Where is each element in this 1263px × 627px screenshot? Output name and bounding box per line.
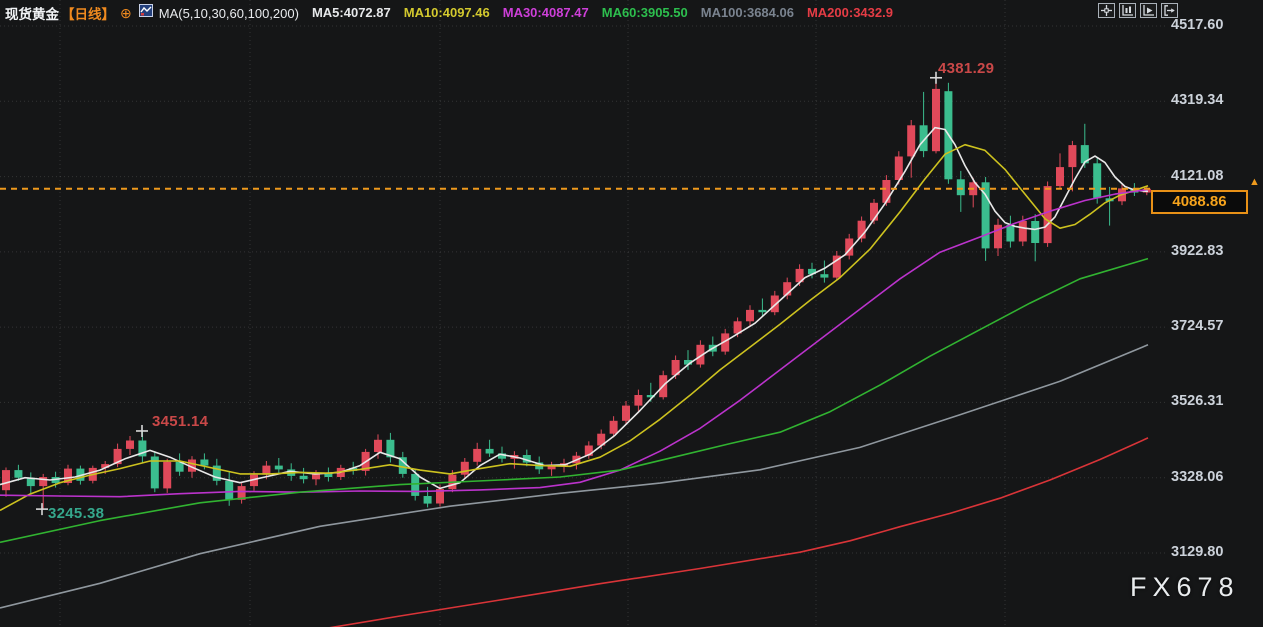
candle-body[interactable]	[411, 474, 419, 496]
ma-legend: MA5:4072.87 MA10:4097.46 MA30:4087.47 MA60:…	[299, 4, 893, 22]
candle-body[interactable]	[14, 470, 22, 478]
candlestick-chart[interactable]	[0, 0, 1263, 627]
candle-body[interactable]	[126, 441, 134, 449]
price-up-arrow-icon: ▲	[1249, 177, 1260, 188]
axis-scale-button[interactable]	[1119, 3, 1136, 18]
current-price-badge: 4088.86	[1151, 190, 1248, 214]
candle-body[interactable]	[2, 470, 10, 490]
candle-body[interactable]	[163, 462, 171, 489]
ma-line-MA100	[0, 345, 1148, 608]
candle-body[interactable]	[300, 476, 308, 479]
ma-value: MA10:4097.46	[404, 5, 490, 20]
ma-indicator-label[interactable]: MA(5,10,30,60,100,200)	[159, 6, 299, 21]
candle-body[interactable]	[746, 310, 754, 321]
candle-body[interactable]	[1044, 186, 1052, 243]
candle-body[interactable]	[1031, 221, 1039, 243]
price-axis-label: 3526.31	[1171, 393, 1223, 409]
candle-body[interactable]	[882, 180, 890, 203]
candle-body[interactable]	[374, 440, 382, 452]
price-annotation: 4381.29	[938, 60, 994, 77]
price-axis[interactable]: 4517.60 4319.34 4121.08 3922.83 3724.57 3526.…	[1171, 0, 1263, 627]
price-axis-label: 4121.08	[1171, 168, 1223, 184]
ma-value: MA5:4072.87	[312, 5, 391, 20]
ma-value: MA200:3432.9	[807, 5, 893, 20]
ma-value: MA100:3684.06	[701, 5, 794, 20]
candle-body[interactable]	[932, 89, 940, 151]
chart-toolbar	[1098, 3, 1178, 18]
candle-body[interactable]	[758, 310, 766, 312]
ma-line-MA60	[0, 259, 1148, 543]
ma-value: MA60:3905.50	[602, 5, 688, 20]
timeframe-label[interactable]: 【日线】	[61, 3, 115, 23]
price-annotation: 3451.14	[152, 413, 208, 430]
instrument-title: 现货黄金	[5, 3, 59, 23]
price-axis-label: 3724.57	[1171, 318, 1223, 334]
candle-body[interactable]	[486, 449, 494, 454]
ma-line-MA5	[0, 128, 1148, 489]
candle-body[interactable]	[548, 466, 556, 469]
candle-body[interactable]	[771, 296, 779, 313]
price-axis-label: 4319.34	[1171, 92, 1223, 108]
candle-body[interactable]	[1093, 163, 1101, 198]
candle-body[interactable]	[473, 449, 481, 462]
ma-line-MA30	[0, 190, 1148, 497]
candle-body[interactable]	[634, 395, 642, 406]
gold-daily-chart-page: { "header": { "title": "现货黄金", "period":…	[0, 0, 1263, 627]
price-axis-label: 3922.83	[1171, 243, 1223, 259]
chart-header: 现货黄金 【日线】 ⊕ MA(5,10,30,60,100,200) MA5:4…	[5, 3, 893, 23]
exit-chart-button[interactable]	[1161, 3, 1178, 18]
candle-body[interactable]	[461, 462, 469, 475]
axis-play-button[interactable]	[1140, 3, 1157, 18]
candle-body[interactable]	[907, 125, 915, 156]
candle-body[interactable]	[957, 179, 965, 195]
mini-chart-icon[interactable]	[139, 4, 153, 22]
candle-body[interactable]	[1006, 225, 1014, 242]
ma-value: MA30:4087.47	[503, 5, 589, 20]
candle-body[interactable]	[820, 274, 828, 277]
price-axis-label: 4517.60	[1171, 17, 1223, 33]
candle-body[interactable]	[610, 421, 618, 434]
price-annotation: 3245.38	[48, 505, 104, 522]
candle-body[interactable]	[424, 496, 432, 504]
candle-body[interactable]	[275, 466, 283, 470]
candle-body[interactable]	[1056, 167, 1064, 186]
add-indicator-icon[interactable]: ⊕	[120, 6, 132, 20]
crosshair-button[interactable]	[1098, 3, 1115, 18]
price-axis-label: 3328.06	[1171, 469, 1223, 485]
candle-body[interactable]	[225, 481, 233, 500]
price-axis-label: 3129.80	[1171, 544, 1223, 560]
candle-body[interactable]	[200, 460, 208, 466]
candle-body[interactable]	[622, 406, 630, 421]
candle-body[interactable]	[1068, 145, 1076, 167]
ma-line-MA200	[235, 438, 1148, 627]
watermark: FX678	[1130, 572, 1240, 603]
candle-body[interactable]	[1019, 221, 1027, 242]
